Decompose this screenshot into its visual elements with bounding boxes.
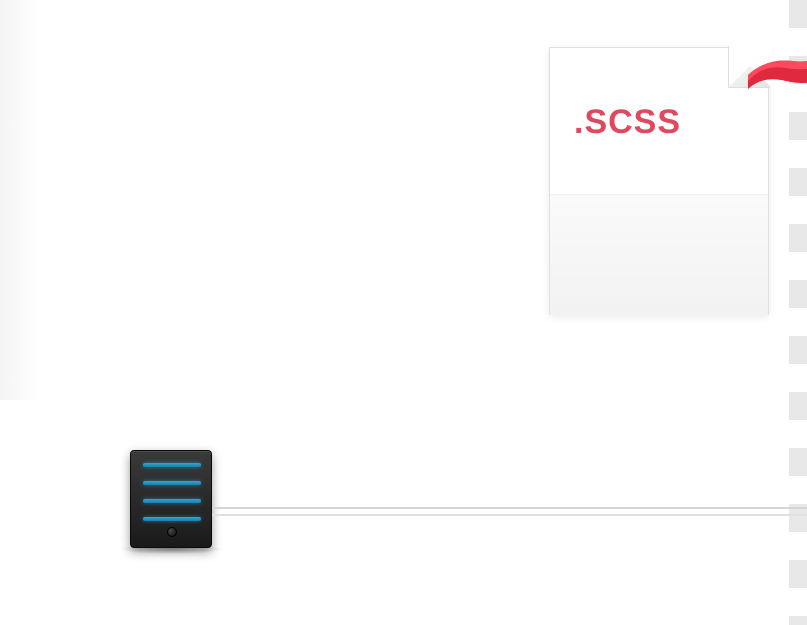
track-line — [212, 507, 807, 509]
server-rack-light — [143, 463, 201, 467]
file-card: .SCSS — [549, 47, 769, 315]
server-power-led-icon — [167, 527, 177, 537]
file-card-body — [550, 195, 768, 315]
server-icon — [130, 450, 212, 548]
left-gradient-edge — [0, 0, 38, 400]
folded-corner-icon — [728, 46, 770, 88]
server-rack-light — [143, 517, 201, 521]
server-rack-light — [143, 481, 201, 485]
right-striped-edge — [789, 0, 807, 625]
file-card-header: .SCSS — [550, 48, 768, 195]
server-rack-light — [143, 499, 201, 503]
file-extension-label: .SCSS — [574, 103, 681, 142]
track-line — [212, 514, 807, 516]
connection-track — [212, 502, 807, 520]
